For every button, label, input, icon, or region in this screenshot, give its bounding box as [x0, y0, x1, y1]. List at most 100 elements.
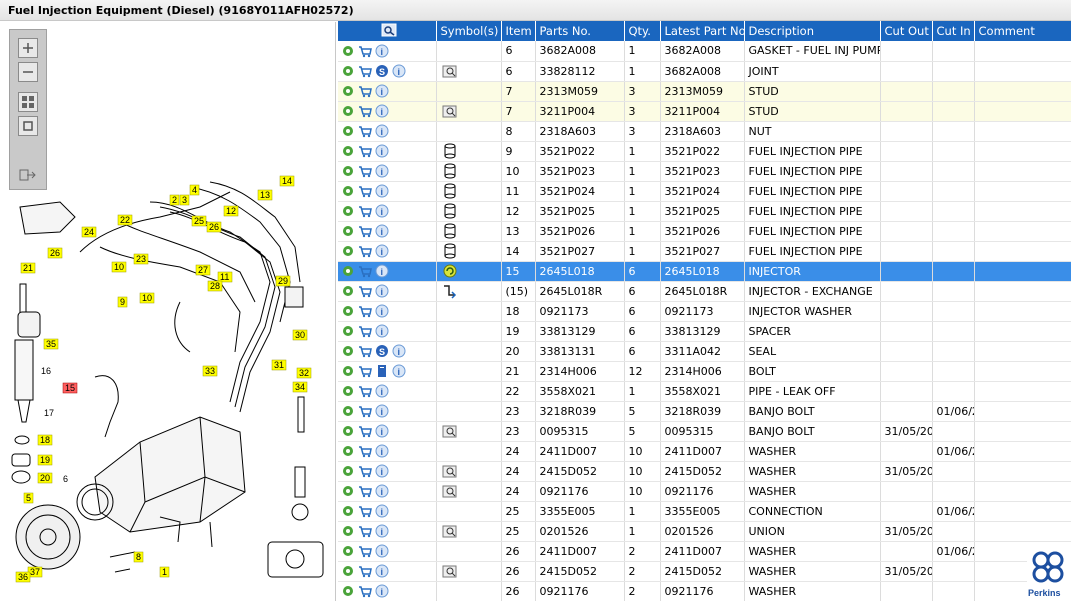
fit-icon[interactable]	[18, 92, 38, 112]
table-row[interactable]: i 10 3521P023 1 3521P023 FUEL INJECTION PIPE	[338, 161, 1071, 182]
settings-gear-icon[interactable]	[341, 364, 355, 378]
settings-gear-icon[interactable]	[341, 324, 355, 338]
exploded-diagram[interactable]: 2 3 4 14 13 12 22 25 26 24 26 23 10 27 1…	[0, 22, 336, 601]
column-header-cut-out[interactable]: Cut Out	[880, 21, 933, 41]
table-row[interactable]: i25020152610201526UNION31/05/200	[338, 521, 1071, 542]
info-icon[interactable]: i	[375, 144, 389, 158]
settings-gear-icon[interactable]	[341, 284, 355, 298]
table-row[interactable]: Si 6 33828112 1 3682A008 JOINT	[338, 61, 1071, 82]
supersession-icon[interactable]: S	[375, 64, 389, 78]
table-row[interactable]: i242415D052102415D052WASHER31/05/200	[338, 461, 1071, 482]
info-icon[interactable]: i	[375, 444, 389, 458]
shopping-cart-icon[interactable]	[358, 44, 372, 58]
zoom-out-icon[interactable]	[18, 62, 38, 82]
info-icon[interactable]: i	[375, 284, 389, 298]
shopping-cart-icon[interactable]	[358, 584, 372, 598]
book-lookup-icon[interactable]	[442, 103, 458, 119]
bulletin-icon[interactable]	[375, 364, 389, 378]
info-icon[interactable]: i	[375, 484, 389, 498]
shopping-cart-icon[interactable]	[358, 244, 372, 258]
pipe-cylinder-icon[interactable]	[442, 163, 458, 179]
shopping-cart-icon[interactable]	[358, 564, 372, 578]
pipe-cylinder-icon[interactable]	[442, 143, 458, 159]
shopping-cart-icon[interactable]	[358, 484, 372, 498]
settings-gear-icon[interactable]	[341, 264, 355, 278]
shopping-cart-icon[interactable]	[358, 304, 372, 318]
settings-gear-icon[interactable]	[341, 124, 355, 138]
book-lookup-icon[interactable]	[442, 423, 458, 439]
shopping-cart-icon[interactable]	[358, 104, 372, 118]
table-row[interactable]: i 13 3521P026 1 3521P026 FUEL INJECTION PIPE	[338, 221, 1071, 242]
shopping-cart-icon[interactable]	[358, 224, 372, 238]
pipe-cylinder-icon[interactable]	[442, 223, 458, 239]
search-columns-icon[interactable]	[381, 23, 397, 37]
info-icon[interactable]: i	[375, 544, 389, 558]
settings-gear-icon[interactable]	[341, 64, 355, 78]
table-row[interactable]: i262411D00722411D007WASHER01/06/2	[338, 541, 1071, 562]
table-row[interactable]: i 21 2314H006 12 2314H006 BOLT	[338, 361, 1071, 382]
settings-gear-icon[interactable]	[341, 224, 355, 238]
column-header-actions[interactable]	[338, 21, 437, 41]
info-icon[interactable]: i	[375, 524, 389, 538]
table-row[interactable]: i 22 3558X021 1 3558X021 PIPE - LEAK OFF	[338, 381, 1071, 402]
table-row[interactable]: i (15) 2645L018R 6 2645L018R INJECTOR - EXCHA…	[338, 281, 1071, 302]
settings-gear-icon[interactable]	[341, 564, 355, 578]
table-row[interactable]: i 15 2645L018 6 2645L018 INJECTOR	[338, 261, 1071, 282]
column-header-item[interactable]: Item	[501, 21, 536, 41]
table-row[interactable]: i 7 3211P004 3 3211P004 STUD	[338, 101, 1071, 122]
info-icon[interactable]: i	[375, 124, 389, 138]
table-row[interactable]: i 19 33813129 6 33813129 SPACER	[338, 321, 1071, 342]
settings-gear-icon[interactable]	[341, 44, 355, 58]
table-row[interactable]: i242411D007102411D007WASHER01/06/2	[338, 441, 1071, 462]
reman-recycle-icon[interactable]	[442, 263, 458, 279]
pipe-cylinder-icon[interactable]	[442, 203, 458, 219]
info-icon[interactable]: i	[375, 104, 389, 118]
shopping-cart-icon[interactable]	[358, 284, 372, 298]
settings-gear-icon[interactable]	[341, 464, 355, 478]
info-icon[interactable]: i	[375, 464, 389, 478]
info-icon[interactable]: i	[392, 64, 406, 78]
info-icon[interactable]: i	[375, 304, 389, 318]
settings-gear-icon[interactable]	[341, 164, 355, 178]
info-icon[interactable]: i	[375, 424, 389, 438]
settings-gear-icon[interactable]	[341, 504, 355, 518]
table-row[interactable]: i253355E00513355E005CONNECTION01/06/2	[338, 501, 1071, 522]
info-icon[interactable]: i	[375, 404, 389, 418]
shopping-cart-icon[interactable]	[358, 204, 372, 218]
shopping-cart-icon[interactable]	[358, 524, 372, 538]
shopping-cart-icon[interactable]	[358, 324, 372, 338]
info-icon[interactable]: i	[375, 184, 389, 198]
table-row[interactable]: i 11 3521P024 1 3521P024 FUEL INJECTION PIPE	[338, 181, 1071, 202]
shopping-cart-icon[interactable]	[358, 184, 372, 198]
table-row[interactable]: i233218R03953218R039BANJO BOLT01/06/2	[338, 401, 1071, 422]
settings-gear-icon[interactable]	[341, 344, 355, 358]
exploded-diagram-pane[interactable]: 2 3 4 14 13 12 22 25 26 24 26 23 10 27 1…	[0, 22, 336, 601]
shopping-cart-icon[interactable]	[358, 344, 372, 358]
pipe-cylinder-icon[interactable]	[442, 243, 458, 259]
column-header-latest-part-no[interactable]: Latest Part No.	[660, 21, 745, 41]
book-lookup-icon[interactable]	[442, 563, 458, 579]
table-row[interactable]: i 18 0921173 6 0921173 INJECTOR WASHER	[338, 301, 1071, 322]
column-header-comment[interactable]: Comment	[974, 21, 1071, 41]
table-row[interactable]: i 12 3521P025 1 3521P025 FUEL INJECTION PIPE	[338, 201, 1071, 222]
settings-gear-icon[interactable]	[341, 204, 355, 218]
settings-gear-icon[interactable]	[341, 444, 355, 458]
pipe-cylinder-icon[interactable]	[442, 183, 458, 199]
info-icon[interactable]: i	[375, 84, 389, 98]
column-header-cut-in[interactable]: Cut In	[932, 21, 975, 41]
info-icon[interactable]: i	[375, 384, 389, 398]
info-icon[interactable]: i	[375, 324, 389, 338]
settings-gear-icon[interactable]	[341, 84, 355, 98]
export-icon[interactable]	[18, 166, 38, 186]
info-icon[interactable]: i	[375, 44, 389, 58]
parts-list-grid[interactable]: Symbol(s) Item Parts No. Qty. Latest Par…	[338, 21, 1071, 601]
table-row[interactable]: i 26 0921176 2 0921176 WASHER	[338, 581, 1071, 601]
shopping-cart-icon[interactable]	[358, 84, 372, 98]
shopping-cart-icon[interactable]	[358, 364, 372, 378]
info-icon[interactable]: i	[375, 564, 389, 578]
shopping-cart-icon[interactable]	[358, 544, 372, 558]
supersession-icon[interactable]: S	[375, 344, 389, 358]
shopping-cart-icon[interactable]	[358, 424, 372, 438]
settings-gear-icon[interactable]	[341, 484, 355, 498]
zoom-in-icon[interactable]	[18, 38, 38, 58]
